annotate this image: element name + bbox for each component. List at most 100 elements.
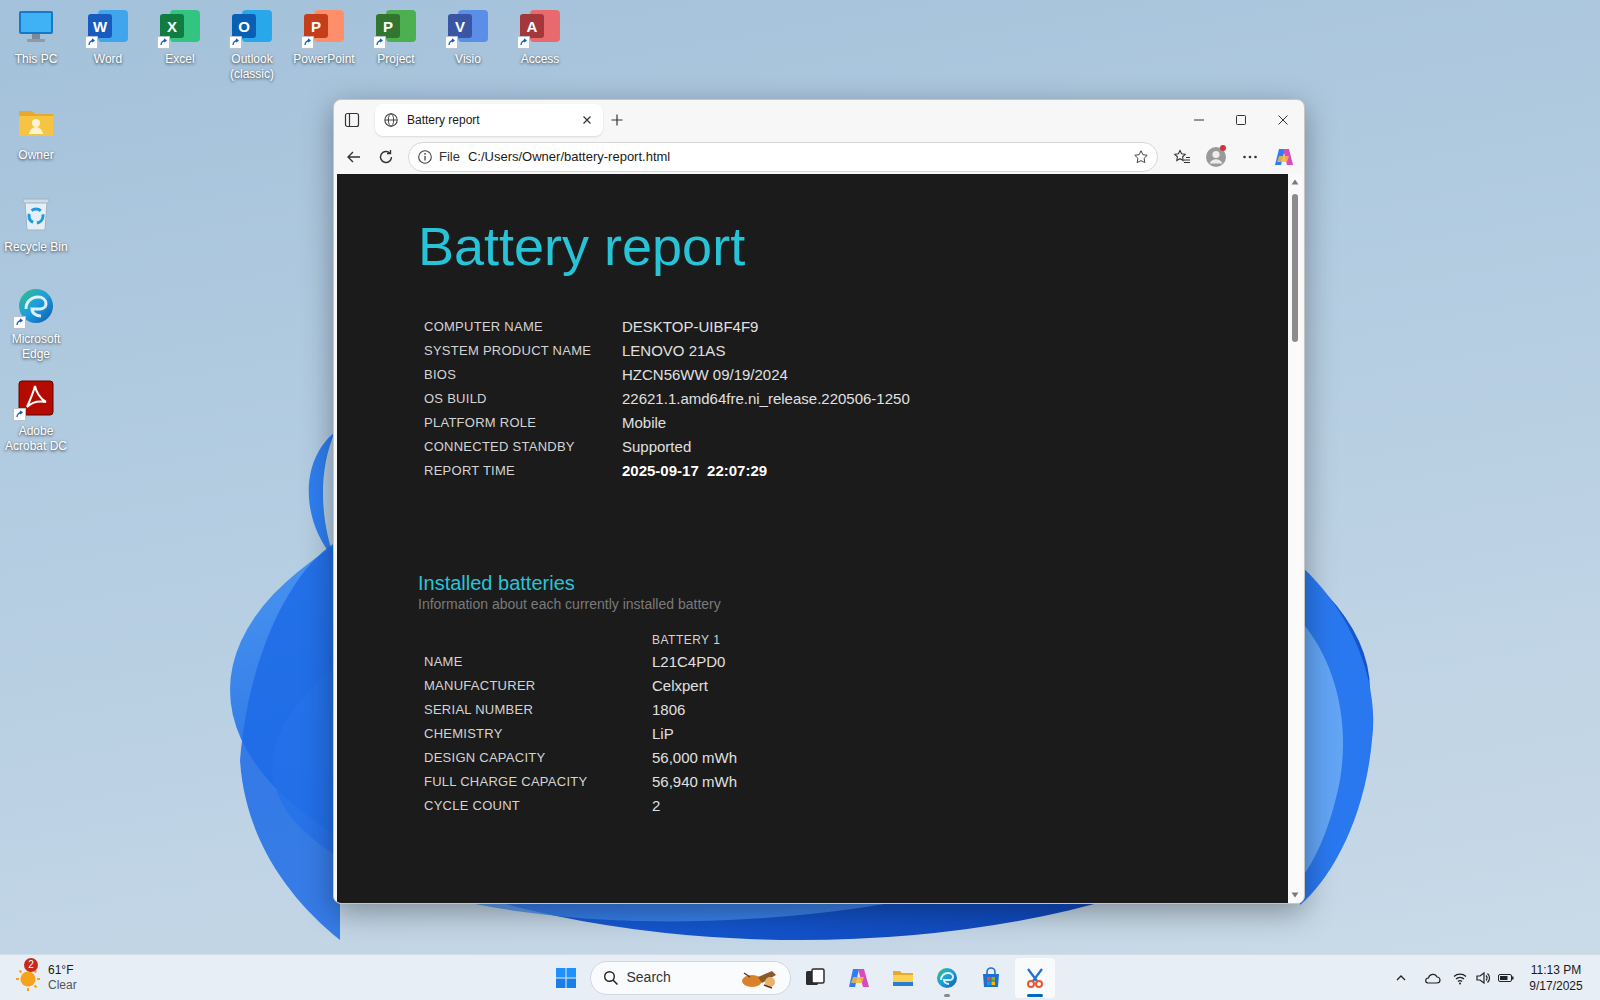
desktop-icon[interactable]: Adobe Acrobat DC [0, 372, 72, 464]
icon-letter: P [304, 14, 328, 38]
search-placeholder: Search [627, 967, 730, 988]
desktop-icon[interactable]: VVisio [432, 0, 504, 82]
info-value: 2025-09-17 22:07:29 [622, 459, 1288, 483]
scroll-up-icon[interactable] [1290, 178, 1300, 186]
clock-time: 11:13 PM [1531, 962, 1581, 978]
desktop-icon[interactable]: XExcel [144, 0, 216, 82]
running-indicator [944, 994, 950, 997]
desktop-icon[interactable]: P PowerPoint [288, 0, 360, 82]
store-icon [979, 966, 1003, 990]
tab-actions-icon[interactable] [338, 106, 366, 134]
close-tab-icon[interactable] [577, 110, 597, 130]
explorer-icon [891, 966, 915, 990]
info-value: LENOVO 21AS [622, 339, 1288, 363]
info-value: Mobile [622, 411, 1288, 435]
more-icon[interactable] [1233, 142, 1267, 172]
info-label: CONNECTED STANDBY [424, 435, 622, 459]
search-box[interactable]: Search [590, 961, 791, 995]
desktop-icon[interactable]: WWord [72, 0, 144, 82]
info-value: 22621.1.amd64fre.ni_release.220506-1250 [622, 387, 1288, 411]
wifi-icon[interactable] [1449, 962, 1471, 994]
minimize-icon[interactable] [1178, 100, 1220, 140]
back-icon[interactable] [338, 142, 370, 172]
desktop-icon[interactable]: OOutlook (classic) [216, 0, 288, 82]
address-url: C:/Users/Owner/battery-report.html [468, 147, 1133, 167]
address-bar[interactable]: File C:/Users/Owner/battery-report.html [408, 142, 1158, 172]
taskbar-app[interactable] [1015, 958, 1055, 998]
taskbar-app[interactable] [971, 958, 1011, 998]
reload-icon[interactable] [370, 142, 402, 172]
shortcut-arrow-icon [301, 36, 314, 49]
desktop: This PCWWordXExcelOOutlook (classic) P Pow… [0, 0, 1600, 1000]
copilot-icon[interactable] [1267, 142, 1301, 172]
clock[interactable]: 11:13 PM9/17/2025 [1518, 962, 1594, 994]
onedrive-icon[interactable] [1420, 962, 1444, 994]
powerpoint-icon: P [304, 6, 344, 46]
icon-letter: P [376, 14, 400, 38]
icon-letter: O [232, 14, 256, 38]
browser-window: Battery report File C:/Users/Owner/batter… [333, 99, 1305, 904]
shortcut-arrow-icon [517, 36, 530, 49]
toolbar: File C:/Users/Owner/battery-report.html [334, 140, 1304, 174]
profile-button[interactable] [1199, 142, 1233, 172]
report-title: Battery report [418, 214, 1288, 278]
battery-label: CYCLE COUNT [424, 794, 652, 818]
folder-art-icon [16, 102, 56, 142]
weather-widget[interactable]: 261°FClear [14, 963, 77, 993]
taskbar-app[interactable] [927, 958, 967, 998]
desktop-icon-label: PowerPoint [288, 52, 360, 67]
project-icon: P [376, 6, 416, 46]
taskbar-center: Search [546, 958, 1055, 998]
notification-dot [1220, 145, 1226, 151]
desktop-icon-label: This PC [0, 52, 72, 67]
desktop-icon[interactable]: This PC [0, 0, 72, 82]
favorites-icon[interactable] [1165, 142, 1199, 172]
desktop-icon[interactable]: Recycle Bin [0, 188, 72, 280]
close-window-icon[interactable] [1262, 100, 1304, 140]
edge-icon [16, 286, 56, 326]
chevron-up-icon[interactable] [1389, 962, 1413, 994]
maximize-icon[interactable] [1220, 100, 1262, 140]
favorite-star-icon[interactable] [1133, 149, 1149, 165]
taskview-icon [803, 966, 827, 990]
taskbar-app[interactable] [795, 958, 835, 998]
shortcut-arrow-icon [157, 36, 170, 49]
weather-badge: 2 [24, 958, 38, 972]
running-indicator [1027, 994, 1043, 997]
icon-letter: W [88, 14, 112, 38]
desktop-icon[interactable]: Owner [0, 96, 72, 188]
desktop-icon[interactable]: AAccess [504, 0, 576, 82]
tab-title: Battery report [407, 111, 569, 129]
info-icon [417, 149, 433, 165]
desktop-icon-label: Microsoft Edge [0, 332, 72, 362]
desktop-icon[interactable]: Microsoft Edge [0, 280, 72, 372]
new-tab-icon[interactable] [603, 106, 631, 134]
battery-value: 1806 [652, 698, 1288, 722]
battery-icon[interactable] [1494, 962, 1518, 994]
icon-letter: V [448, 14, 472, 38]
weather-temperature: 61°F [48, 963, 77, 978]
volume-icon[interactable] [1471, 962, 1494, 994]
taskbar-app[interactable] [839, 958, 879, 998]
battery-label: SERIAL NUMBER [424, 698, 652, 722]
browser-tab[interactable]: Battery report [375, 104, 603, 136]
battery-value: 56,940 mWh [652, 770, 1288, 794]
section-subtitle: Information about each currently install… [418, 594, 1288, 614]
desktop-icon-label: Adobe Acrobat DC [0, 424, 72, 454]
scroll-thumb[interactable] [1292, 194, 1298, 342]
scroll-down-icon[interactable] [1290, 891, 1300, 899]
battery-label: NAME [424, 650, 652, 674]
shortcut-arrow-icon [85, 36, 98, 49]
desktop-icon-label: Owner [0, 148, 72, 163]
battery-label: CHEMISTRY [424, 722, 652, 746]
desktop-icon[interactable]: P Project [360, 0, 432, 82]
address-scheme: File [439, 147, 460, 167]
windows-start-icon[interactable] [546, 958, 586, 998]
desktop-icon-label: Project [360, 52, 432, 67]
report-page: Battery reportCOMPUTER NAMEDESKTOP-UIBF4… [337, 174, 1288, 903]
icon-letter: A [520, 14, 544, 38]
scrollbar[interactable] [1288, 174, 1302, 903]
battery-value: Celxpert [652, 674, 1288, 698]
taskbar-app[interactable] [883, 958, 923, 998]
copilot-icon [847, 966, 871, 990]
